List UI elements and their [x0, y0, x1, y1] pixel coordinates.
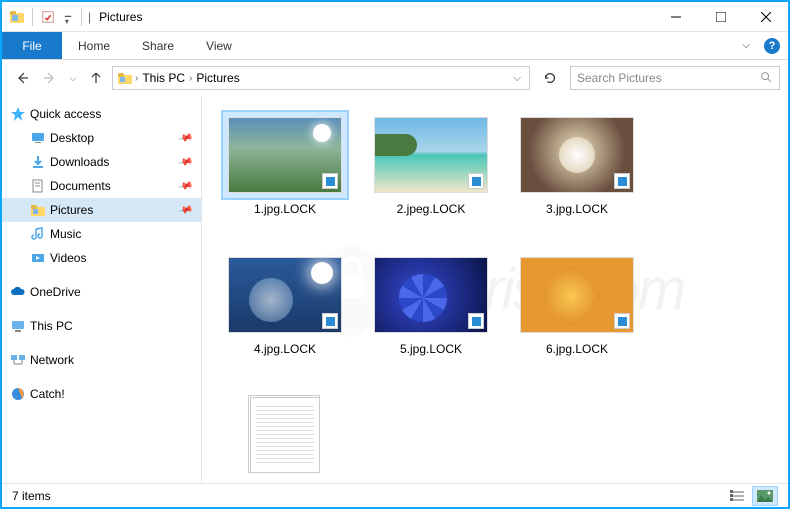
tab-view[interactable]: View [190, 32, 248, 59]
sidebar-item-label: Desktop [50, 131, 94, 145]
status-bar: 7 items [2, 483, 788, 507]
sidebar-item-desktop[interactable]: Desktop 📌 [2, 126, 201, 150]
file-item[interactable]: 4.jpg.LOCK [212, 252, 358, 392]
pin-icon: 📌 [177, 202, 193, 218]
file-list[interactable]: PCrisk.com 1.jpg.LOCK2.jpeg.LOCK3.jpg.LO… [202, 96, 788, 483]
file-name: 4.jpg.LOCK [254, 342, 316, 358]
sidebar-catch[interactable]: Catch! [2, 382, 201, 406]
sidebar-item-documents[interactable]: Documents 📌 [2, 174, 201, 198]
title-bar: ▁▾ | Pictures [2, 2, 788, 32]
title-separator: | [88, 10, 91, 24]
address-folder-icon [117, 70, 133, 86]
help-icon[interactable]: ? [764, 38, 780, 54]
pin-icon: 📌 [177, 178, 193, 194]
file-item[interactable]: 6.jpg.LOCK [504, 252, 650, 392]
window-title: Pictures [99, 10, 142, 24]
overlay-icon [322, 173, 338, 189]
file-item[interactable]: 3.jpg.LOCK [504, 112, 650, 252]
file-name: 3.jpg.LOCK [546, 202, 608, 218]
tab-home[interactable]: Home [62, 32, 126, 59]
status-item-count: 7 items [12, 489, 51, 503]
pin-icon: 📌 [177, 154, 193, 170]
sidebar-label: Quick access [30, 107, 101, 121]
sidebar-item-label: Documents [50, 179, 111, 193]
sidebar-label: Catch! [30, 387, 65, 401]
ribbon-expand-icon[interactable]: ⌵ [742, 40, 750, 51]
maximize-button[interactable] [698, 2, 743, 32]
text-file-icon [250, 397, 320, 473]
file-name: 6.jpg.LOCK [546, 342, 608, 358]
explorer-icon [8, 8, 26, 26]
main-area: Quick access Desktop📌Downloads📌Documents… [2, 96, 788, 483]
sidebar-label: Network [30, 353, 74, 367]
overlay-icon [468, 173, 484, 189]
back-button[interactable] [10, 66, 34, 90]
sidebar-item-label: Pictures [50, 203, 93, 217]
chevron-right-icon[interactable]: › [189, 73, 192, 84]
sidebar-network[interactable]: Network [2, 348, 201, 372]
sidebar-this-pc[interactable]: This PC [2, 314, 201, 338]
address-bar[interactable]: › This PC › Pictures ⌵ [112, 66, 530, 90]
file-name: 1.jpg.LOCK [254, 202, 316, 218]
pin-icon: 📌 [177, 130, 193, 146]
file-item[interactable]: 2.jpeg.LOCK [358, 112, 504, 252]
sidebar-label: This PC [30, 319, 73, 333]
ribbon-expand-area: ⌵ ? [742, 32, 780, 59]
sidebar-quick-access[interactable]: Quick access [2, 102, 201, 126]
file-tab[interactable]: File [2, 32, 62, 59]
sidebar-item-label: Music [50, 227, 81, 241]
overlay-icon [322, 313, 338, 329]
sidebar-item-label: Videos [50, 251, 86, 265]
file-name: HOW TO DECRYPT FILES.txt [225, 482, 345, 483]
search-placeholder: Search Pictures [577, 71, 662, 85]
chevron-right-icon[interactable]: › [135, 73, 138, 84]
forward-button[interactable] [38, 66, 62, 90]
file-item[interactable]: 5.jpg.LOCK [358, 252, 504, 392]
ribbon-tabs: File Home Share View ⌵ ? [2, 32, 788, 60]
overlay-icon [614, 173, 630, 189]
sidebar-label: OneDrive [30, 285, 81, 299]
sidebar-item-videos[interactable]: Videos [2, 246, 201, 270]
file-name: 5.jpg.LOCK [400, 342, 462, 358]
breadcrumb-this-pc[interactable]: This PC [140, 71, 187, 85]
details-view-button[interactable] [724, 486, 750, 506]
up-button[interactable] [84, 66, 108, 90]
quick-access-toolbar: ▁▾ [8, 8, 77, 26]
breadcrumb-pictures[interactable]: Pictures [194, 71, 241, 85]
search-input[interactable]: Search Pictures [570, 66, 780, 90]
qat-dropdown-icon[interactable]: ▁▾ [59, 8, 77, 26]
file-name: 2.jpeg.LOCK [397, 202, 466, 218]
file-item[interactable]: 1.jpg.LOCK [212, 112, 358, 252]
overlay-icon [614, 313, 630, 329]
minimize-button[interactable] [653, 2, 698, 32]
file-item[interactable]: HOW TO DECRYPT FILES.txt [212, 392, 358, 483]
address-dropdown-icon[interactable]: ⌵ [513, 73, 525, 84]
recent-locations-button[interactable]: ⌵ [66, 66, 80, 90]
search-icon [759, 70, 773, 87]
refresh-button[interactable] [538, 67, 562, 89]
sidebar-item-pictures[interactable]: Pictures 📌 [2, 198, 201, 222]
close-button[interactable] [743, 2, 788, 32]
navigation-bar: ⌵ › This PC › Pictures ⌵ Search Pictures [2, 60, 788, 96]
sidebar-item-label: Downloads [50, 155, 109, 169]
tab-share[interactable]: Share [126, 32, 190, 59]
thumbnails-view-button[interactable] [752, 486, 778, 506]
navigation-pane: Quick access Desktop📌Downloads📌Documents… [2, 96, 202, 483]
sidebar-item-downloads[interactable]: Downloads 📌 [2, 150, 201, 174]
properties-icon[interactable] [39, 8, 57, 26]
sidebar-onedrive[interactable]: OneDrive [2, 280, 201, 304]
sidebar-item-music[interactable]: Music [2, 222, 201, 246]
overlay-icon [468, 313, 484, 329]
